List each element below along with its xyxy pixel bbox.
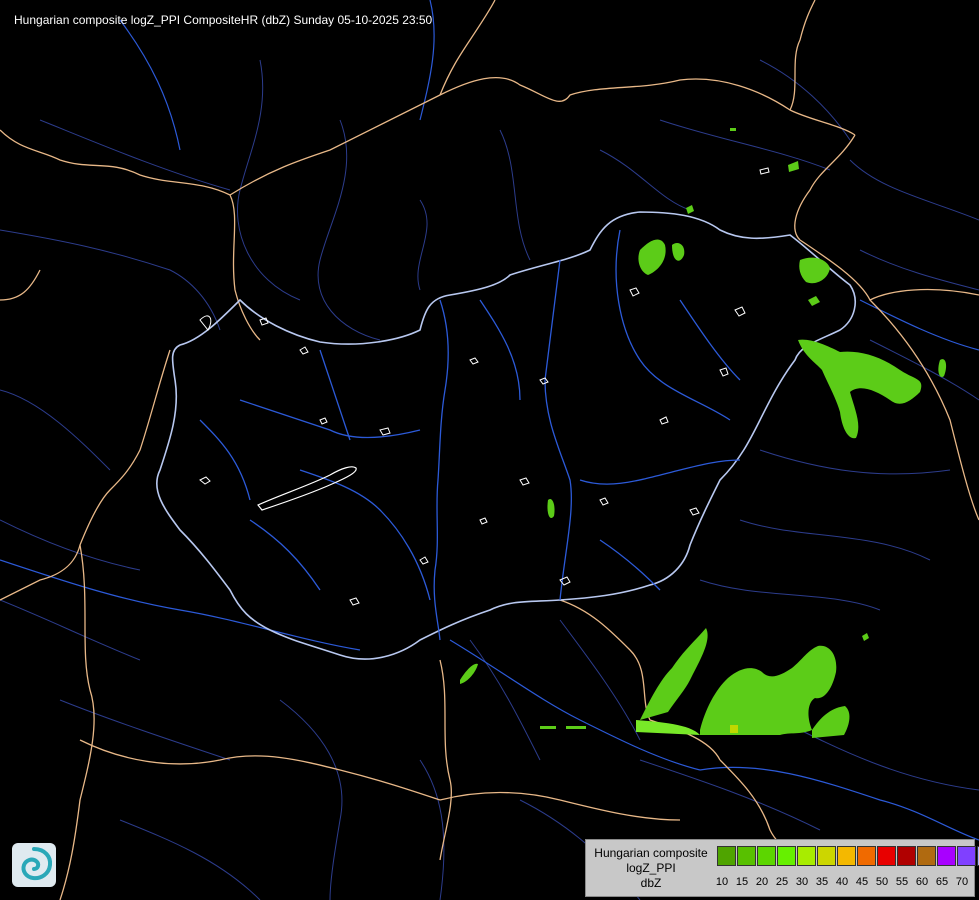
echo-far-se	[862, 633, 869, 641]
legend-title-line-3: dbZ	[640, 876, 662, 890]
legend-title-line-1: Hungarian composite	[594, 846, 708, 860]
echo-north-small	[730, 128, 799, 172]
legend-tick-label: 15	[735, 876, 749, 888]
echo-center	[547, 498, 555, 519]
legend-tick-label: 45	[855, 876, 869, 888]
country-borders	[0, 0, 979, 900]
legend-tick-labels: 10 15 20 25 30 35 40 45 50 55 60 65 70	[712, 876, 972, 888]
echo-south-2	[700, 645, 837, 735]
echo-south-1	[640, 628, 708, 720]
legend-swatch	[817, 846, 836, 866]
legend-tick-label: 60	[915, 876, 929, 888]
echo-sw	[460, 663, 478, 684]
legend-swatch	[717, 846, 736, 866]
legend-tick-label: 30	[795, 876, 809, 888]
legend-title-line-2: logZ_PPI	[626, 861, 676, 875]
echo-northeast-3	[799, 257, 830, 284]
echo-east-2	[938, 359, 947, 378]
echo-east-1	[798, 339, 922, 439]
legend-swatch	[897, 846, 916, 866]
legend-color-bar	[717, 846, 979, 866]
legend-tick-label: 55	[895, 876, 909, 888]
color-legend: Hungarian composite logZ_PPI dbZ 10 15 20 2…	[585, 839, 979, 897]
legend-tick-label: 50	[875, 876, 889, 888]
legend-swatch	[857, 846, 876, 866]
legend-swatch	[917, 846, 936, 866]
legend-tick-label: 65	[935, 876, 949, 888]
hungary-border	[155, 211, 856, 660]
echo-south-3	[812, 706, 850, 738]
legend-title: Hungarian composite logZ_PPI dbZ	[590, 846, 712, 891]
legend-tick-label: 70	[955, 876, 969, 888]
legend-swatch	[777, 846, 796, 866]
echo-south-5	[540, 726, 586, 729]
legend-swatch	[837, 846, 856, 866]
lake-markers	[199, 167, 770, 606]
echo-south-strong	[730, 725, 738, 733]
radar-map[interactable]	[0, 0, 979, 900]
legend-swatch	[737, 846, 756, 866]
echo-south-4	[636, 720, 700, 735]
swirl-logo-icon	[12, 843, 56, 887]
echo-northeast-2	[672, 243, 685, 261]
legend-tick-label: 10	[715, 876, 729, 888]
legend-tick-label: 25	[775, 876, 789, 888]
admin-lines	[0, 59, 979, 900]
legend-swatch	[937, 846, 956, 866]
lake-balaton	[257, 466, 357, 511]
map-title: Hungarian composite logZ_PPI CompositeHR…	[14, 13, 433, 27]
echo-northeast-1	[638, 239, 666, 275]
legend-tick-label: 35	[815, 876, 829, 888]
legend-swatch	[957, 846, 976, 866]
legend-tick-label: 40	[835, 876, 849, 888]
legend-swatch	[757, 846, 776, 866]
radar-echoes	[460, 128, 947, 738]
echo-north-2	[686, 205, 694, 214]
legend-swatch	[797, 846, 816, 866]
legend-swatch	[877, 846, 896, 866]
echo-ne-3	[808, 296, 820, 306]
legend-tick-label: 20	[755, 876, 769, 888]
